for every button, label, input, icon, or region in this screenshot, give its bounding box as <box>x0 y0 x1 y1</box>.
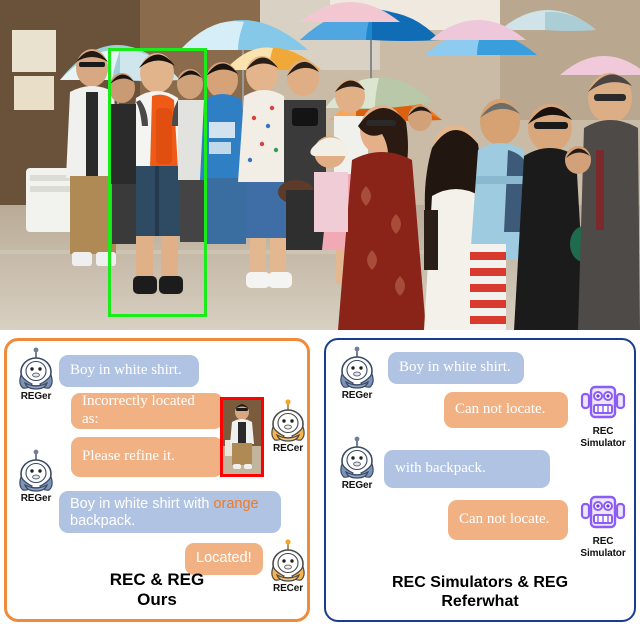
avatar-reger-1: REGer <box>13 347 59 403</box>
avatar-rec-simulator-2: REC Simulator <box>576 492 630 559</box>
bubble-ours-4[interactable]: Boy in white shirt with orange backpack. <box>59 491 281 533</box>
bubble-ours-2[interactable]: Incorrectly located as: <box>71 393 223 429</box>
avatar-reger-2: REGer <box>334 436 380 492</box>
avatar-rec-simulator-1: REC Simulator <box>576 382 630 449</box>
bubble-text-part1: Boy in white shirt with <box>70 496 214 512</box>
avatar-label-line1: REC <box>592 536 614 547</box>
bubble-text: Incorrectly located as: <box>82 393 195 427</box>
reger-robot-icon <box>19 347 53 390</box>
avatar-label: REGer <box>20 493 52 504</box>
bubble-refer-4[interactable]: Can not locate. <box>448 500 568 540</box>
incorrect-detection-crop[interactable] <box>220 397 264 477</box>
reference-photo <box>0 0 640 330</box>
avatar-reger-1: REGer <box>334 346 380 402</box>
bubble-text: Located! <box>196 550 252 567</box>
reger-robot-icon <box>340 436 374 479</box>
caption-line-2: Referwhat <box>441 593 519 611</box>
rec-simulator-robot-icon <box>580 495 626 529</box>
avatar-reger-2: REGer <box>13 449 59 505</box>
bubble-text: Boy in white shirt with orange backpack. <box>70 496 270 530</box>
bubble-text-part2: backpack. <box>70 513 136 530</box>
bubble-text: Boy in white shirt. <box>399 359 511 376</box>
bubble-ours-3[interactable]: Please refine it. <box>71 437 223 477</box>
rec-simulator-robot-icon <box>580 385 626 419</box>
bubble-text: Can not locate. <box>459 511 550 528</box>
bubble-ours-1[interactable]: Boy in white shirt. <box>59 355 199 387</box>
avatar-label-line2: Simulator <box>580 547 626 559</box>
avatar-label-line2: Simulator <box>580 437 626 449</box>
bubble-text: Boy in white shirt. <box>70 362 182 379</box>
crop-illustration <box>223 400 261 474</box>
photo-illustration <box>0 0 640 330</box>
avatar-label: RECer <box>272 443 304 454</box>
bubble-refer-1[interactable]: Boy in white shirt. <box>388 352 524 384</box>
bubble-text: Can not locate. <box>455 401 546 418</box>
caption-line-1: REC & REG <box>109 569 205 589</box>
panel-rec-and-reg-ours: REGer Boy in white shirt. Incorrectly lo… <box>4 338 310 622</box>
reger-robot-icon <box>19 449 53 492</box>
bubble-text: with backpack. <box>395 460 486 477</box>
method-comparison-panels: REGer Boy in white shirt. Incorrectly lo… <box>0 332 640 628</box>
panel-rec-simulators-referwhat: REGer Boy in white shirt. Can not locate… <box>324 338 636 622</box>
avatar-label: REGer <box>20 391 52 402</box>
bubble-refer-2[interactable]: Can not locate. <box>444 392 568 428</box>
avatar-label: REGer <box>341 480 373 491</box>
panel-caption-ours: REC & REG Ours <box>7 570 307 611</box>
reger-robot-icon <box>340 346 374 389</box>
caption-line-2: Ours <box>137 590 177 610</box>
bubble-refer-3[interactable]: with backpack. <box>384 450 550 488</box>
highlight-orange-word: orange <box>213 496 259 512</box>
avatar-label-line1: REC <box>592 426 614 437</box>
recer-robot-icon <box>271 399 305 442</box>
caption-line-1: REC Simulators & REG <box>391 573 569 591</box>
avatar-recer-1: RECer <box>265 399 311 455</box>
panel-caption-referwhat: REC Simulators & REG Referwhat <box>326 573 634 612</box>
bubble-text: Please refine it. <box>82 448 175 465</box>
avatar-label: REGer <box>341 390 373 401</box>
